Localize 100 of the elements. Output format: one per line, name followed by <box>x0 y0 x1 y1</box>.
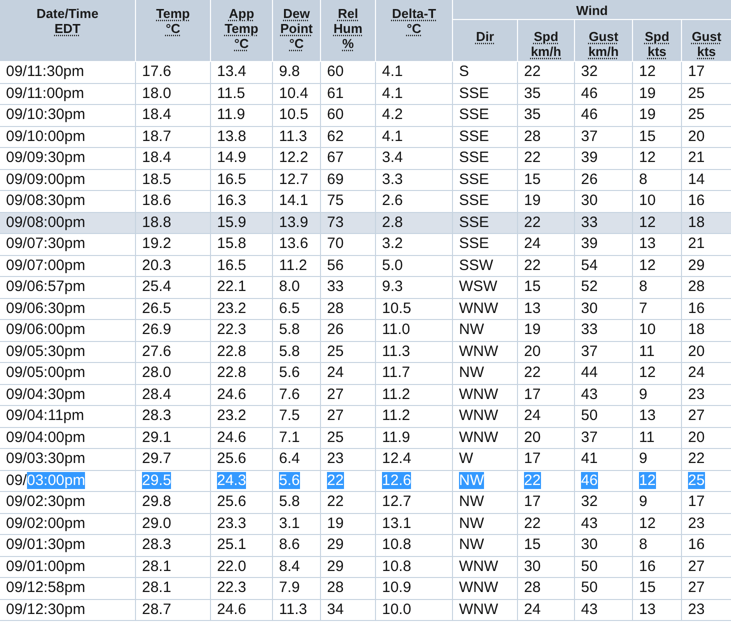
table-cell: 41 <box>574 448 632 470</box>
table-cell: 13.9 <box>272 212 320 234</box>
table-cell: 29.7 <box>136 448 210 470</box>
table-cell: 69 <box>320 169 376 190</box>
table-cell: 25.4 <box>136 276 210 298</box>
table-cell: 46 <box>574 83 632 104</box>
column-header: Hum <box>332 21 364 36</box>
table-cell: 43 <box>574 384 632 406</box>
date-cell: 09/11:30pm <box>0 62 136 83</box>
table-cell: 11.5 <box>210 83 272 104</box>
table-cell: SSE <box>452 104 518 126</box>
table-cell: 4.1 <box>376 83 452 104</box>
table-cell: 39 <box>574 234 632 255</box>
table-cell: 16.5 <box>210 169 272 190</box>
column-header: App <box>228 6 256 21</box>
table-cell: 18.8 <box>136 212 210 234</box>
table-cell: 12 <box>632 362 682 384</box>
table-cell: 10.4 <box>272 83 320 104</box>
date-cell: 09/06:57pm <box>0 276 136 298</box>
table-cell: 24.6 <box>210 384 272 406</box>
table-cell: 27 <box>320 406 376 427</box>
table-cell: 44 <box>574 362 632 384</box>
table-cell: 28 <box>320 298 376 320</box>
table-cell: 24 <box>518 234 574 255</box>
table-cell: 23.2 <box>210 298 272 320</box>
table-cell: 7.5 <box>272 406 320 427</box>
table-cell: 15 <box>518 534 574 556</box>
table-cell: 13 <box>518 298 574 320</box>
date-cell: 09/10:00pm <box>0 126 136 148</box>
table-cell: 29.5 <box>136 470 210 492</box>
table-cell: 33 <box>320 276 376 298</box>
table-cell: NW <box>452 534 518 556</box>
table-cell: 10 <box>632 190 682 212</box>
table-cell: 12.7 <box>272 169 320 190</box>
table-cell: 5.8 <box>272 341 320 362</box>
table-cell: 16.5 <box>210 255 272 276</box>
table-cell: 22.8 <box>210 362 272 384</box>
table-cell: 11.2 <box>272 255 320 276</box>
date-cell: 09/02:00pm <box>0 513 136 534</box>
table-cell: 23.2 <box>210 406 272 427</box>
column-header: km/h <box>587 44 620 59</box>
table-cell: 5.0 <box>376 255 452 276</box>
table-cell: 22.3 <box>210 578 272 599</box>
table-cell: 22 <box>518 148 574 169</box>
table-cell: 16 <box>632 556 682 578</box>
column-header: Temp <box>155 6 191 21</box>
table-cell: 12.7 <box>376 492 452 513</box>
date-cell: 09/07:30pm <box>0 234 136 255</box>
date-cell: 09/12:58pm <box>0 578 136 599</box>
table-cell: 19 <box>320 513 376 534</box>
table-cell: 29 <box>320 534 376 556</box>
table-cell: 22 <box>320 492 376 513</box>
date-cell: 09/11:00pm <box>0 83 136 104</box>
table-cell: 18.4 <box>136 148 210 169</box>
table-cell: 26.5 <box>136 298 210 320</box>
table-cell: 18.6 <box>136 190 210 212</box>
table-cell: 29.8 <box>136 492 210 513</box>
table-cell: 8 <box>632 169 682 190</box>
table-cell: 3.1 <box>272 513 320 534</box>
column-header: °C <box>164 21 182 36</box>
table-cell: WNW <box>452 384 518 406</box>
table-cell: 11 <box>632 341 682 362</box>
table-cell: WNW <box>452 599 518 620</box>
column-header: °C <box>406 21 422 36</box>
table-cell: 13 <box>632 406 682 427</box>
table-cell: 29.0 <box>136 513 210 534</box>
table-cell: NW <box>452 362 518 384</box>
date-cell: 09/10:30pm <box>0 104 136 126</box>
table-cell: 17.6 <box>136 62 210 83</box>
table-cell: 56 <box>320 255 376 276</box>
table-cell: 11.3 <box>376 341 452 362</box>
table-cell: 4.1 <box>376 126 452 148</box>
date-cell: 09/04:11pm <box>0 406 136 427</box>
column-header: Delta-T <box>390 6 438 21</box>
table-cell: 22 <box>320 470 376 492</box>
table-cell: 10.9 <box>376 578 452 599</box>
date-cell: 09/12:30pm <box>0 599 136 620</box>
table-cell: 62 <box>320 126 376 148</box>
table-cell: 24 <box>518 406 574 427</box>
table-cell: 33 <box>574 212 632 234</box>
table-cell: 2.8 <box>376 212 452 234</box>
table-cell: NW <box>452 320 518 341</box>
column-header: Dew <box>282 6 311 21</box>
date-cell: 09/08:30pm <box>0 190 136 212</box>
table-cell: 11.9 <box>376 427 452 448</box>
table-cell: WNW <box>452 578 518 599</box>
column-header: Spd <box>644 29 670 44</box>
table-cell: 13.6 <box>272 234 320 255</box>
column-header: Rel <box>336 6 360 21</box>
table-cell: 34 <box>320 599 376 620</box>
table-cell: 13.4 <box>210 62 272 83</box>
table-cell: 14.1 <box>272 190 320 212</box>
table-cell: 3.2 <box>376 234 452 255</box>
table-cell: 17 <box>518 492 574 513</box>
column-header: kts <box>646 44 668 59</box>
table-cell: 20 <box>518 427 574 448</box>
table-cell: 12 <box>632 470 682 492</box>
table-cell: 26 <box>574 169 632 190</box>
table-cell: 6.4 <box>272 448 320 470</box>
table-cell: 50 <box>574 406 632 427</box>
